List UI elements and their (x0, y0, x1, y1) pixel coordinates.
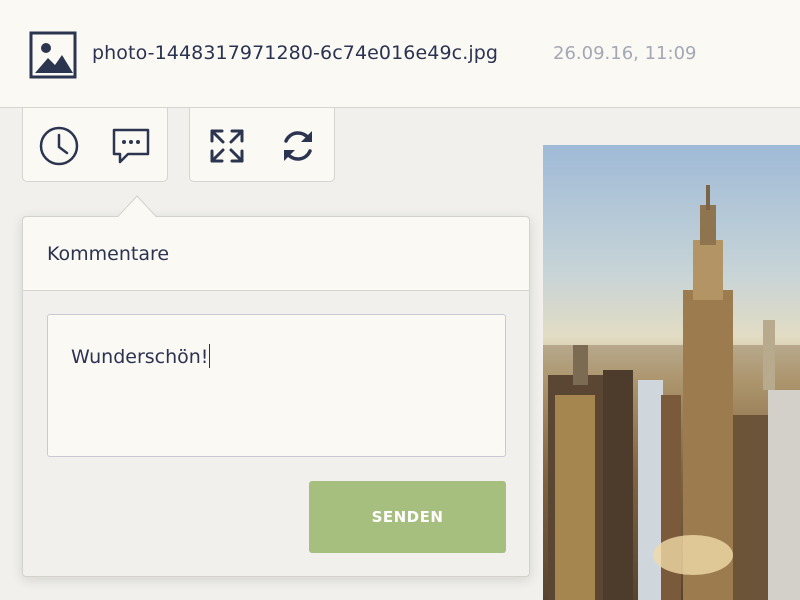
comment-input[interactable]: Wunderschön! (47, 314, 506, 457)
toolbar-group-view (189, 108, 335, 182)
panel-pointer (117, 195, 157, 218)
toolbar-group-history (22, 108, 168, 182)
city-skyline-image (543, 185, 800, 600)
comment-input-value: Wunderschön! (71, 346, 209, 368)
file-name: photo-1448317971280-6c74e016e49c.jpg (92, 42, 499, 64)
comments-panel: Kommentare Wunderschön! SENDEN (22, 195, 530, 577)
comment-icon[interactable] (111, 126, 151, 166)
file-header: photo-1448317971280-6c74e016e49c.jpg 26.… (0, 0, 800, 108)
comments-title: Kommentare (47, 243, 170, 265)
image-icon (29, 31, 77, 79)
photo-preview[interactable] (543, 145, 800, 600)
file-timestamp: 26.09.16, 11:09 (553, 43, 697, 64)
text-cursor (209, 344, 211, 368)
send-button[interactable]: SENDEN (309, 481, 506, 553)
fullscreen-icon[interactable] (207, 126, 247, 166)
comments-header: Kommentare (23, 217, 529, 291)
clock-icon[interactable] (39, 126, 79, 166)
refresh-icon[interactable] (278, 126, 318, 166)
